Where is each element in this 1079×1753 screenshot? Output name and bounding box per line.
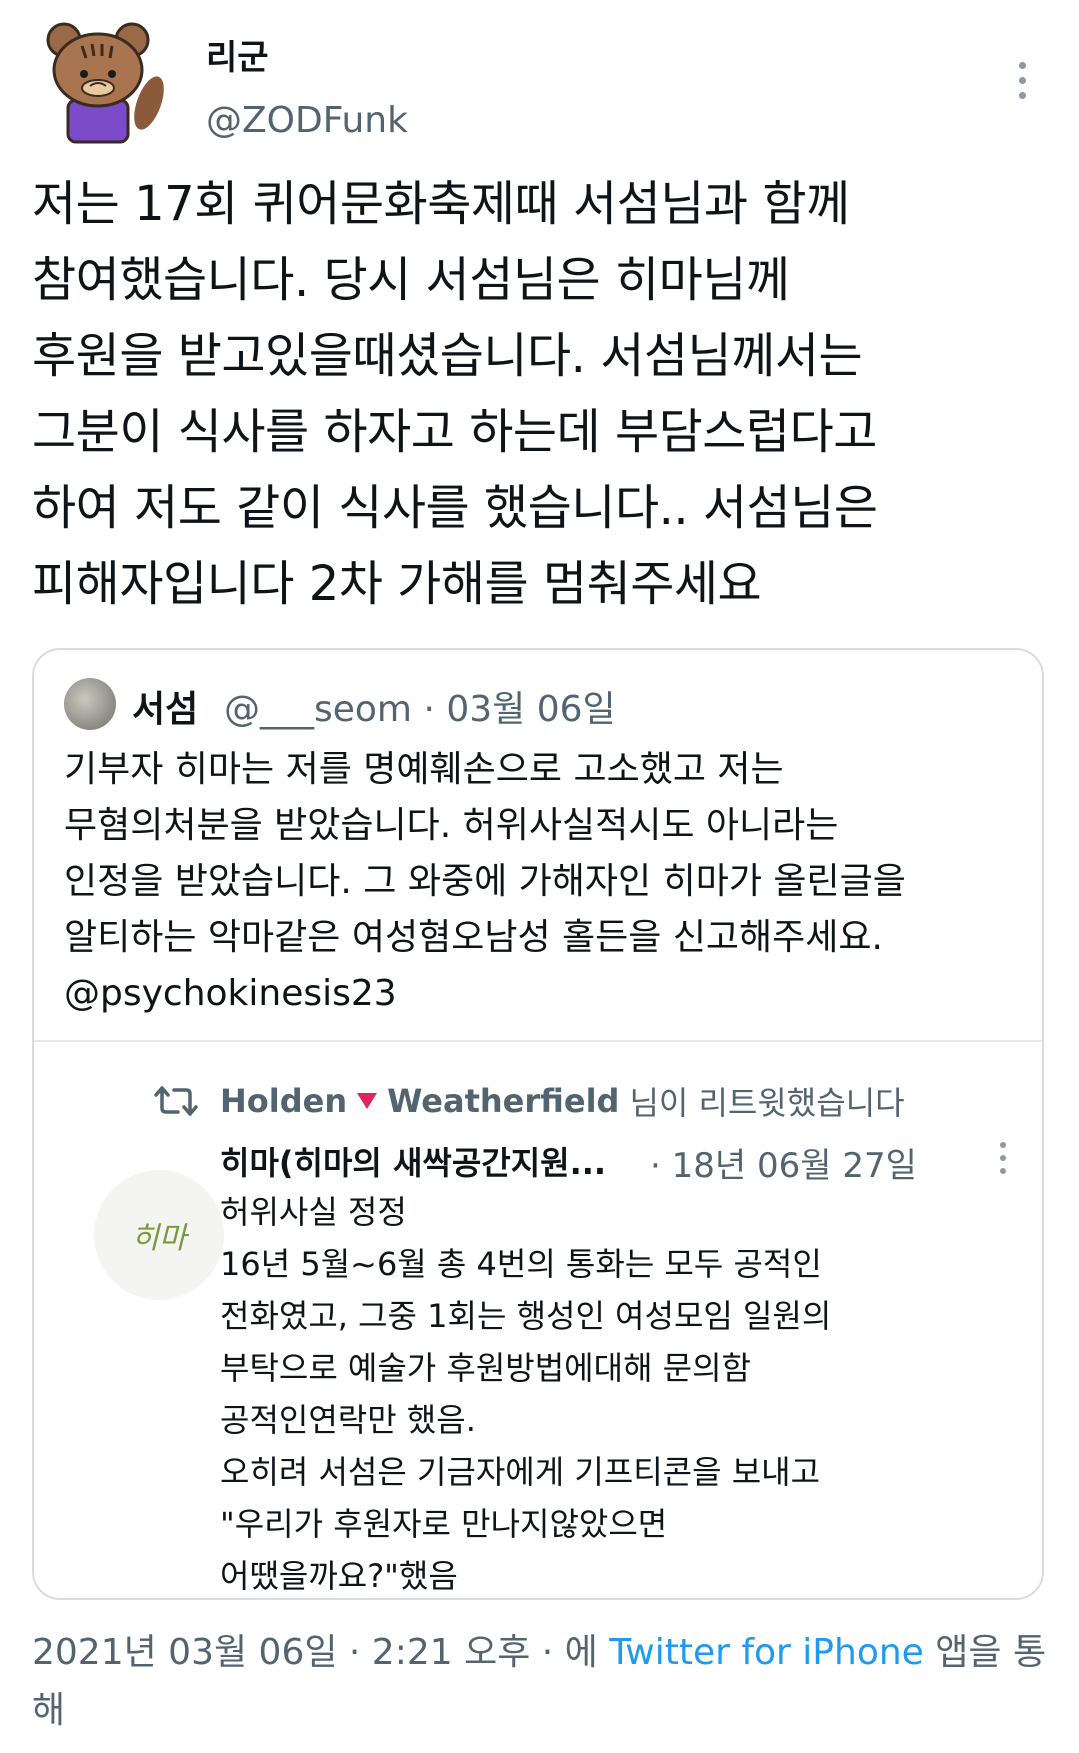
tweet-text: 저는 17회 퀴어문화축제때 서섬님과 함께 참여했습니다. 당시 서섬님은 히… — [32, 166, 1062, 622]
embed-line: 어땠을까요?"했음 — [220, 1557, 458, 1595]
embed-line: 16년 5월~6월 총 4번의 통화는 모두 공적인 — [220, 1245, 822, 1283]
author-handle[interactable]: @ZODFunk — [206, 100, 408, 141]
embed-avatar[interactable]: 히마 — [94, 1170, 224, 1300]
quote-line: 기부자 히마는 저를 명예훼손으로 고소했고 저는 — [64, 749, 784, 790]
more-icon[interactable] — [996, 1142, 1010, 1182]
embed-line: "우리가 후원자로 만나지않았으면 — [220, 1505, 668, 1543]
retweet-suffix: 님이 리트윗했습니다 — [629, 1084, 905, 1122]
embed-date: · 18년 06월 27일 — [650, 1146, 917, 1186]
embed-line: 전화였고, 그중 1회는 행성인 여성모임 일원의 — [220, 1297, 832, 1335]
embed-text: 허위사실 정정 16년 5월~6월 총 4번의 통화는 모두 공적인 전화였고,… — [220, 1186, 1000, 1598]
more-icon[interactable] — [1010, 62, 1034, 108]
embed-avatar-text: 히마 — [131, 1221, 187, 1256]
quote-line: 무혐의처분을 받았습니다. 허위사실적시도 아니라는 — [64, 805, 839, 846]
embed-line: 부탁으로 예술가 후원방법에대해 문의함 — [220, 1349, 751, 1387]
quote-avatar[interactable] — [64, 678, 116, 730]
tweet-line: 참여했습니다. 당시 서섬님은 히마님께 — [32, 252, 790, 308]
embed-divider — [34, 1040, 1042, 1042]
tweet-line: 후원을 받고있을때셨습니다. 서섬님께서는 — [32, 328, 863, 384]
tweet-timestamp[interactable]: 2021년 03월 06일 · 2:21 오후 · 에 — [32, 1632, 598, 1673]
quote-author-name: 서섬 — [132, 689, 199, 730]
retweeter-name-first[interactable]: Holden — [220, 1082, 347, 1120]
embed-author-name[interactable]: 히마(히마의 새싹공간지원... — [220, 1138, 606, 1184]
quote-tweet-card[interactable]: 서섬 @___seom · 03월 06일 기부자 히마는 저를 명예훼손으로 … — [32, 648, 1044, 1600]
quote-line: 알티하는 악마같은 여성혐오남성 홀든을 신고해주세요. — [64, 917, 883, 958]
retweet-context: Holden Weatherfield 님이 리트윗했습니다 — [154, 1078, 905, 1124]
quote-meta: @___seom · 03월 06일 — [224, 689, 616, 730]
author-name[interactable]: 리군 — [206, 30, 269, 79]
embed-line: 공적인연락만 했음. — [220, 1401, 476, 1439]
heart-icon — [357, 1093, 378, 1109]
retweeter-name-last[interactable]: Weatherfield — [387, 1082, 619, 1120]
tweet-source[interactable]: Twitter for iPhone — [609, 1632, 924, 1673]
embed-line: 허위사실 정정 — [220, 1193, 407, 1231]
quote-mention[interactable]: @psychokinesis23 — [64, 966, 1024, 1022]
hamster-avatar-icon — [46, 22, 164, 144]
embed-line: 오히려 서섬은 기금자에게 기프티콘을 보내고 — [220, 1453, 821, 1491]
tweet-line: 그분이 식사를 하자고 하는데 부담스럽다고 — [32, 404, 877, 460]
tweet-footer: 2021년 03월 06일 · 2:21 오후 · 에 Twitter for … — [32, 1624, 1062, 1740]
retweet-icon — [154, 1086, 198, 1116]
quote-text: 기부자 히마는 저를 명예훼손으로 고소했고 저는 무혐의처분을 받았습니다. … — [64, 742, 1024, 1022]
tweet-line: 저는 17회 퀴어문화축제때 서섬님과 함께 — [32, 176, 850, 232]
tweet-line: 피해자입니다 2차 가해를 멈춰주세요 — [32, 556, 762, 612]
tweet-line: 하여 저도 같이 식사를 했습니다.. 서섬님은 — [32, 480, 878, 536]
quote-line: 인정을 받았습니다. 그 와중에 가해자인 히마가 올린글을 — [64, 861, 906, 902]
author-avatar[interactable] — [34, 18, 164, 148]
